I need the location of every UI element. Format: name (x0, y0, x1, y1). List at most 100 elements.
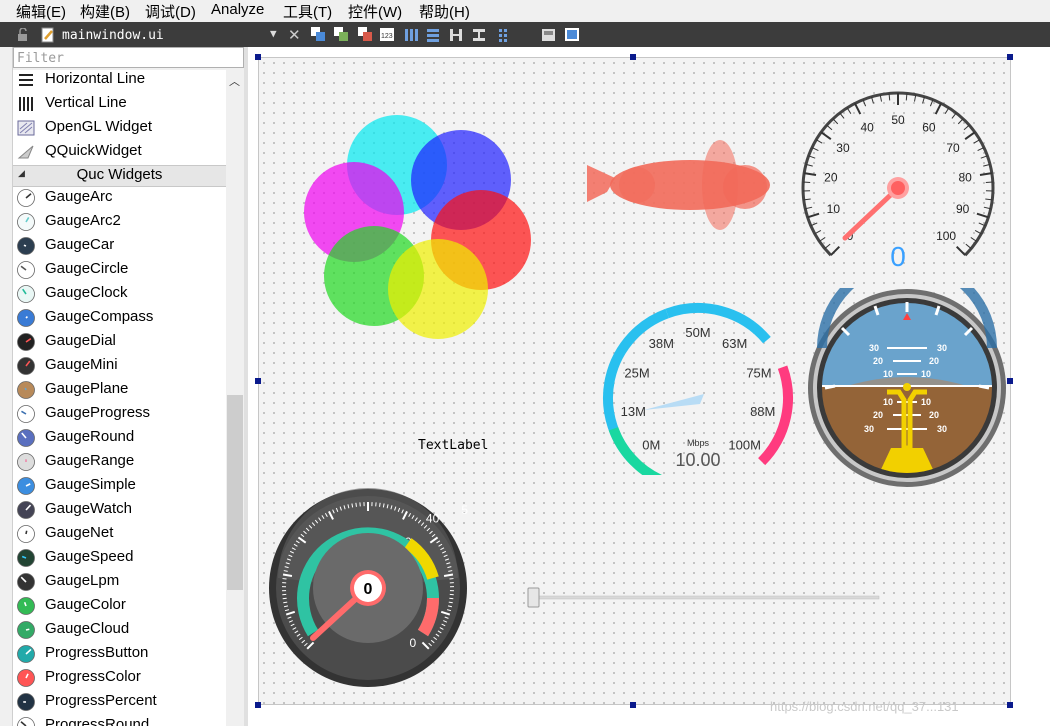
widget-item-qquickwidget[interactable]: QQuickWidget (13, 140, 226, 164)
svg-text:30: 30 (937, 424, 947, 434)
speedometer-tick-label: 20 (824, 170, 838, 184)
gaugearc-icon (17, 189, 35, 207)
speedometer-gauge[interactable]: 0102030405060708090100 0 (795, 88, 1000, 278)
text-label[interactable]: TextLabel (418, 438, 488, 453)
widget-item-gaugesimple[interactable]: GaugeSimple (13, 474, 226, 498)
widget-item-label: GaugeLpm (45, 572, 120, 589)
gaugenet-icon (17, 525, 35, 543)
horizontal-slider[interactable] (525, 586, 885, 610)
widget-item-gaugemini[interactable]: GaugeMini (13, 354, 226, 378)
widget-item-label: GaugeWatch (45, 500, 132, 517)
speedometer-value: 0 (890, 241, 906, 272)
svg-text:10: 10 (921, 369, 931, 379)
svg-text:20: 20 (873, 356, 883, 366)
gaugemini-icon (17, 357, 35, 375)
svg-text:20: 20 (929, 356, 939, 366)
resize-handle[interactable] (255, 54, 261, 60)
widget-item-gaugenet[interactable]: GaugeNet (13, 522, 226, 546)
network-gauge-tick-label: 38M (649, 336, 674, 351)
widget-item-gaugecloud[interactable]: GaugeCloud (13, 618, 226, 642)
chevron-down-icon: ▼ (270, 27, 277, 40)
widget-box-scrollbar[interactable]: ︿ (226, 70, 244, 726)
attitude-indicator-gauge[interactable]: 30 30 20 20 10 10 10 10 20 20 30 30 (807, 288, 1007, 488)
widget-item-gaugeprogress[interactable]: GaugeProgress (13, 402, 226, 426)
network-gauge-tick-label: 25M (624, 366, 649, 381)
lock-icon[interactable] (16, 28, 30, 42)
speedometer-tick-label: 100 (936, 229, 956, 243)
speedometer-tick-label: 40 (860, 120, 874, 134)
network-gauge-tick-label: 75M (746, 366, 771, 381)
widget-item-gaugedial[interactable]: GaugeDial (13, 330, 226, 354)
scroll-up-icon[interactable]: ︿ (229, 73, 240, 89)
gaugelpm-icon (17, 573, 35, 591)
widget-item-label: GaugeCar (45, 236, 115, 253)
category-quc-widgets[interactable]: ◢ Quc Widgets (13, 165, 226, 187)
resize-handle[interactable] (630, 54, 636, 60)
resize-handle[interactable] (1007, 54, 1013, 60)
fish-widget[interactable] (585, 140, 775, 235)
widget-item-label: GaugeNet (45, 524, 114, 541)
widget-item-gaugecar[interactable]: GaugeCar (13, 234, 226, 258)
widget-item-label: GaugeSpeed (45, 548, 134, 565)
slider-handle[interactable] (527, 587, 540, 608)
widget-item-progresscolor[interactable]: ProgressColor (13, 666, 226, 690)
resize-handle[interactable] (630, 702, 636, 708)
resize-handle[interactable] (255, 378, 261, 384)
widget-item-progressround[interactable]: ProgressRound (13, 714, 226, 726)
widget-item-gaugeplane[interactable]: GaugePlane (13, 378, 226, 402)
menu-build[interactable]: 构建(B) (80, 1, 130, 22)
widget-item-opengl[interactable]: OpenGL Widget (13, 116, 226, 140)
widget-item-progressbutton[interactable]: ProgressButton (13, 642, 226, 666)
svg-text:30: 30 (869, 343, 879, 353)
widget-item-gaugespeed[interactable]: GaugeSpeed (13, 546, 226, 570)
resize-handle[interactable] (255, 702, 261, 708)
widget-item-horizontal-line[interactable]: Horizontal Line (13, 70, 226, 92)
menu-tools[interactable]: 工具(T) (283, 1, 332, 22)
document-edit-icon (41, 27, 54, 43)
menu-debug[interactable]: 调试(D) (145, 1, 196, 22)
network-gauge-tick-label: 50M (685, 325, 710, 340)
network-gauge-tick-label: 63M (722, 336, 747, 351)
filter-input[interactable]: Filter (13, 47, 244, 68)
vertical-line-icon (19, 97, 33, 111)
speedometer-tick-label: 70 (946, 141, 960, 155)
resize-handle[interactable] (1007, 378, 1013, 384)
color-circles-widget[interactable] (300, 110, 540, 340)
close-icon[interactable]: ✕ (288, 26, 301, 44)
svg-text:10: 10 (921, 397, 931, 407)
widget-item-gaugearc[interactable]: GaugeArc (13, 186, 226, 210)
network-gauge-tick-label: 13M (621, 404, 646, 419)
speedometer-tick-label: 60 (922, 120, 936, 134)
widget-item-gaugecolor[interactable]: GaugeColor (13, 594, 226, 618)
menu-analyze[interactable]: Analyze (211, 1, 264, 18)
widget-item-label: GaugePlane (45, 380, 129, 397)
left-mode-strip (0, 47, 13, 726)
scroll-thumb[interactable] (227, 395, 243, 590)
menu-widgets[interactable]: 控件(W) (348, 1, 402, 22)
menu-help[interactable]: 帮助(H) (419, 1, 470, 22)
widget-item-label: ProgressPercent (45, 692, 157, 709)
menu-edit[interactable]: 编辑(E) (16, 1, 66, 22)
file-selector[interactable]: mainwindow.ui ▼ (36, 25, 284, 46)
speedometer-tick-label: 10 (827, 202, 841, 216)
widget-item-gaugearc2[interactable]: GaugeArc2 (13, 210, 226, 234)
car-gauge[interactable]: 0102030405060708090100 0 (268, 488, 468, 688)
file-name: mainwindow.ui (62, 28, 164, 43)
gaugeprogress-icon (17, 405, 35, 423)
car-gauge-tick-label: 50 (461, 503, 468, 517)
widget-item-label: GaugeDial (45, 332, 116, 349)
network-speed-gauge[interactable]: 0M 13M 25M38M 50M 63M 75M 88M 100M Mbps 10.00 (600, 300, 800, 475)
svg-text:20: 20 (873, 410, 883, 420)
widget-item-gaugeclock[interactable]: GaugeClock (13, 282, 226, 306)
gaugecircle-icon (17, 261, 35, 279)
widget-item-progresspercent[interactable]: ProgressPercent (13, 690, 226, 714)
widget-item-gaugecompass[interactable]: GaugeCompass (13, 306, 226, 330)
resize-handle[interactable] (1007, 702, 1013, 708)
widget-item-gaugecircle[interactable]: GaugeCircle (13, 258, 226, 282)
widget-item-label: GaugeArc2 (45, 212, 121, 229)
widget-item-vertical-line[interactable]: Vertical Line (13, 92, 226, 116)
widget-item-gaugerange[interactable]: GaugeRange (13, 450, 226, 474)
widget-item-gaugelpm[interactable]: GaugeLpm (13, 570, 226, 594)
widget-item-gaugeround[interactable]: GaugeRound (13, 426, 226, 450)
widget-item-gaugewatch[interactable]: GaugeWatch (13, 498, 226, 522)
